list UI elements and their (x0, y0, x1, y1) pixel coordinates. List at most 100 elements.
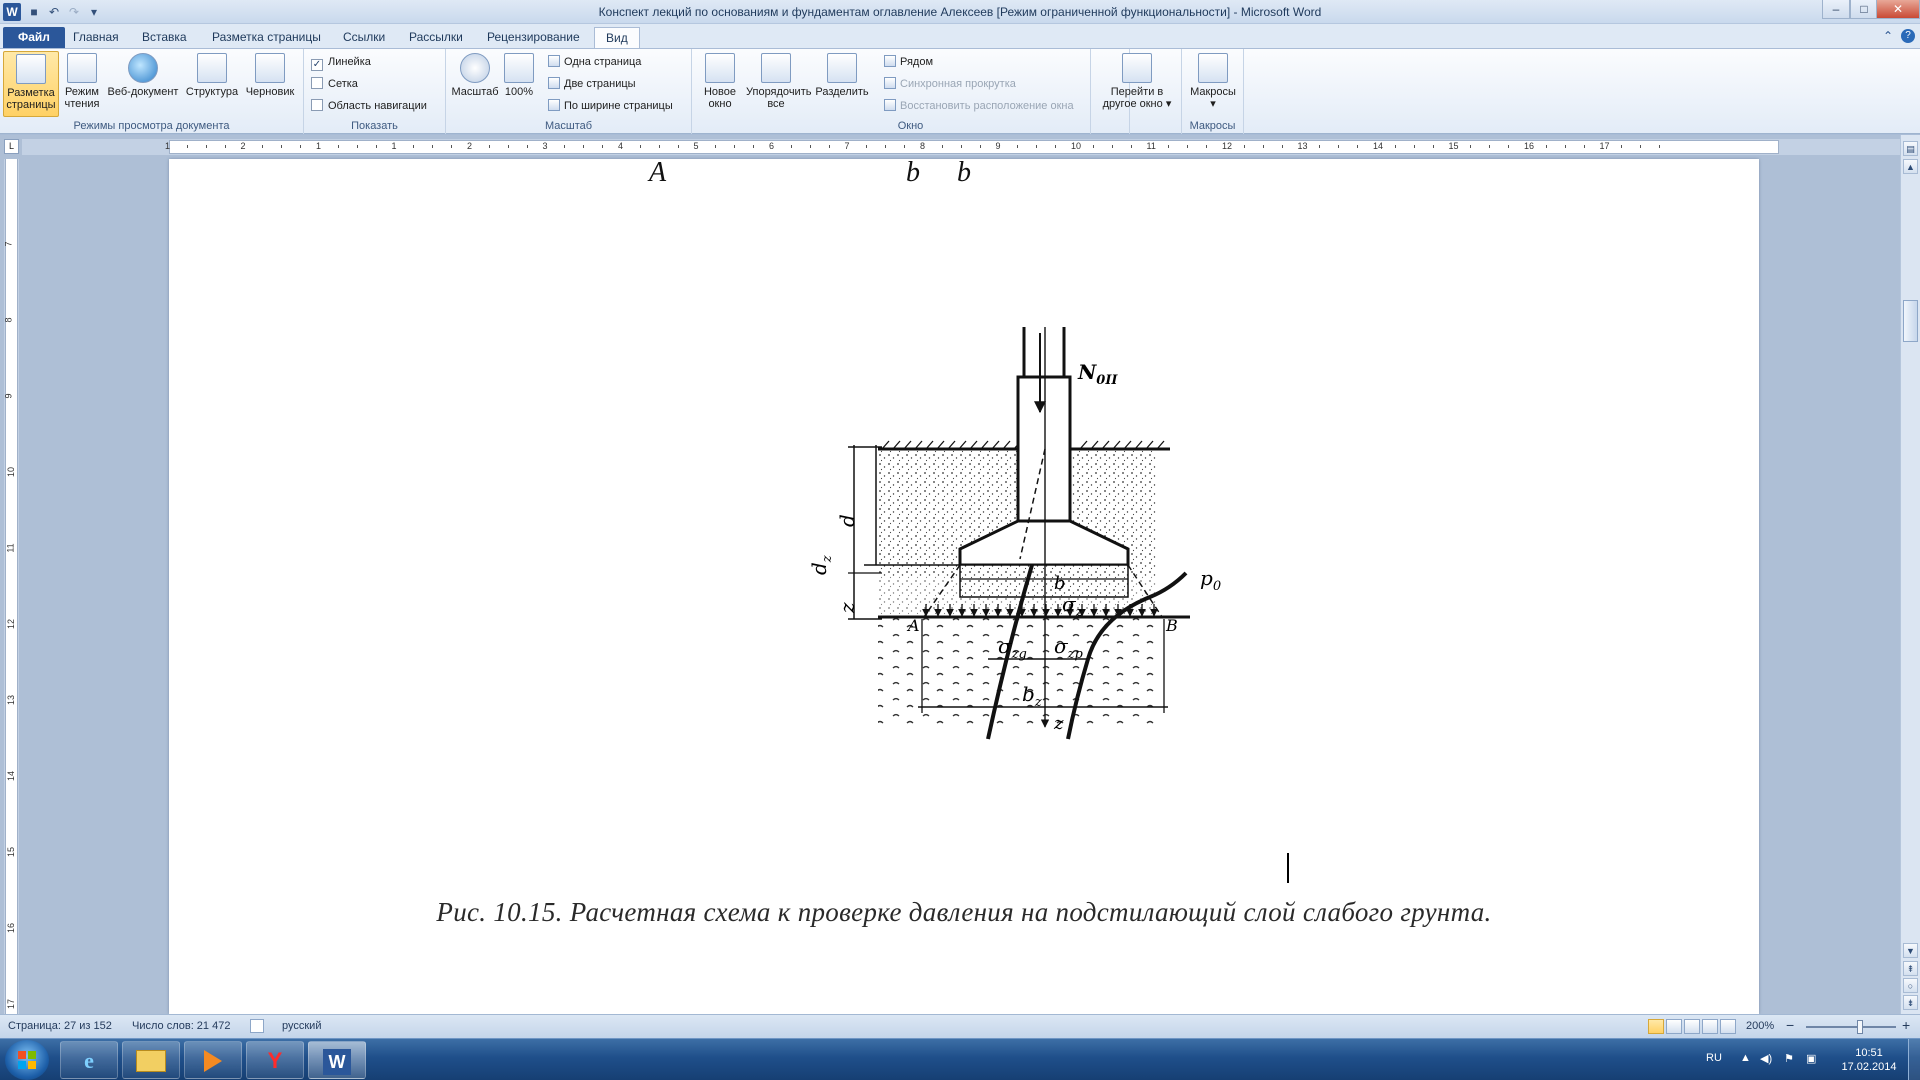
network-icon[interactable]: ▣ (1806, 1052, 1816, 1065)
ruler-tick (1130, 145, 1132, 148)
tab-view[interactable]: Вид (594, 27, 640, 48)
scroll-up-icon[interactable]: ▲ (1903, 159, 1918, 174)
page-width-icon (548, 99, 560, 111)
switch-windows-button[interactable]: Перейти в другое окно ▾ (1095, 51, 1179, 117)
zoom-slider[interactable] (1806, 1026, 1896, 1028)
dropdown-arrow-icon: ▾ (1165, 98, 1172, 110)
zoom-level[interactable]: 200% (1746, 1020, 1774, 1032)
volume-icon[interactable]: ◀) (1760, 1052, 1772, 1065)
previous-page-icon[interactable]: ⇞ (1903, 961, 1918, 976)
tab-file[interactable]: Файл (3, 27, 65, 48)
tab-references[interactable]: Ссылки (332, 27, 396, 48)
new-window-button[interactable]: Новое окно (696, 51, 744, 117)
next-page-icon[interactable]: ⇟ (1903, 995, 1918, 1010)
ruler-tick (885, 145, 887, 148)
web-layout-button[interactable]: Веб-документ (105, 51, 181, 117)
reading-view-icon[interactable] (1666, 1019, 1682, 1034)
ruler-tick (866, 145, 868, 148)
print-layout-view-icon[interactable] (1648, 1019, 1664, 1034)
draft-button[interactable]: Черновик (242, 51, 298, 117)
label-load: N0II (1077, 360, 1118, 388)
ruler-tick (1621, 145, 1623, 148)
outline-button[interactable]: Структура (184, 51, 240, 117)
full-screen-reading-button[interactable]: Режим чтения (62, 51, 102, 117)
horizontal-ruler[interactable]: 1 2 1 1 2 3 4 5 6 7 8 9 10 11 12 13 14 15 16 17 (22, 139, 1900, 155)
vertical-scrollbar[interactable]: ▤ ▲ ▼ ⇞ ○ ⇟ (1900, 135, 1920, 1014)
zoom-out-button[interactable]: − (1786, 1017, 1794, 1033)
reset-window-position-button[interactable]: Восстановить расположение окна (884, 97, 1074, 115)
navigation-pane-checkbox[interactable]: Область навигации (311, 97, 427, 115)
ruler-toggle-icon[interactable]: ▤ (1903, 141, 1918, 156)
split-button[interactable]: Разделить (812, 51, 872, 117)
browse-object-icon[interactable]: ○ (1903, 978, 1918, 993)
tab-page-layout[interactable]: Разметка страницы (201, 27, 332, 48)
input-language-indicator[interactable]: RU (1706, 1052, 1722, 1064)
action-center-flag-icon[interactable]: ⚑ (1784, 1052, 1794, 1065)
draft-view-icon[interactable] (1720, 1019, 1736, 1034)
tab-home[interactable]: Главная (62, 27, 130, 48)
ruler-tick (639, 145, 641, 148)
zoom-in-button[interactable]: + (1902, 1017, 1910, 1033)
ruler-number: 17 (6, 998, 17, 1010)
ruler-paper-area (169, 140, 1779, 154)
page-counter[interactable]: Страница: 27 из 152 (8, 1020, 112, 1032)
ruler-checkbox[interactable]: ✓ Линейка (311, 53, 371, 71)
scrollbar-thumb[interactable] (1903, 300, 1918, 342)
arrange-all-button[interactable]: Упорядочить все (746, 51, 811, 117)
close-button[interactable]: ✕ (1876, 0, 1920, 19)
yandex-browser-icon[interactable]: Y (246, 1041, 304, 1079)
word-count[interactable]: Число слов: 21 472 (132, 1020, 230, 1032)
show-desktop-button[interactable] (1908, 1039, 1920, 1080)
document-page[interactable]: A b b N0II d dz z b p0 σz A B σzg σzp bz… (169, 159, 1759, 1014)
help-icon[interactable]: ? (1901, 29, 1915, 43)
scroll-down-icon[interactable]: ▼ (1903, 943, 1918, 958)
maximize-button[interactable]: □ (1850, 0, 1878, 19)
label-point-b: B (1165, 616, 1178, 635)
ruler-tick (1470, 145, 1472, 148)
ruler-number: 15 (6, 846, 17, 858)
vertical-ruler[interactable]: 7 8 9 10 11 12 13 14 15 16 17 (4, 159, 19, 1014)
macros-button[interactable]: Макросы ▾ (1187, 51, 1239, 117)
ruler-number: 8 (3, 317, 14, 323)
proofing-icon[interactable] (250, 1019, 264, 1033)
language-indicator[interactable]: русский (282, 1020, 321, 1032)
start-button[interactable] (5, 1040, 49, 1080)
two-pages-button[interactable]: Две страницы (548, 75, 636, 93)
gridlines-checkbox[interactable]: Сетка (311, 75, 358, 93)
checkbox-icon (311, 77, 323, 89)
tab-selector[interactable]: L (4, 139, 19, 154)
zoom-100-button[interactable]: 100% (502, 51, 536, 117)
ruler-tick (1243, 145, 1245, 148)
ruler-number: 13 (1297, 141, 1308, 151)
microsoft-word-taskbar-icon[interactable]: W (308, 1041, 366, 1079)
outline-view-icon[interactable] (1702, 1019, 1718, 1034)
system-clock[interactable]: 10:51 17.02.2014 (1834, 1046, 1904, 1074)
ruler-tick (1640, 145, 1642, 148)
web-view-icon[interactable] (1684, 1019, 1700, 1034)
window-group-label: Окно (897, 120, 924, 132)
ruler-tick (186, 145, 188, 148)
minimize-button[interactable]: – (1822, 0, 1850, 19)
print-layout-button[interactable]: Разметка страницы (3, 51, 59, 117)
tab-mailings[interactable]: Рассылки (398, 27, 474, 48)
collapse-ribbon-icon[interactable]: ⌃ (1883, 29, 1893, 43)
show-hidden-icons[interactable]: ▲ (1740, 1052, 1751, 1064)
synchronous-scrolling-button[interactable]: Синхронная прокрутка (884, 75, 1016, 93)
internet-explorer-icon[interactable]: e (60, 1041, 118, 1079)
ruler-tick (1036, 145, 1038, 148)
sync-scroll-icon (884, 77, 896, 89)
ruler-number: 9 (995, 141, 1001, 151)
tab-review[interactable]: Рецензирование (476, 27, 591, 48)
page-width-button[interactable]: По ширине страницы (548, 97, 673, 115)
view-side-by-side-button[interactable]: Рядом (884, 53, 933, 71)
media-player-icon[interactable] (184, 1041, 242, 1079)
tab-insert[interactable]: Вставка (131, 27, 198, 48)
one-page-button[interactable]: Одна страница (548, 53, 641, 71)
figure-caption: Рис. 10.15. Расчетная схема к проверке д… (436, 897, 1492, 927)
zoom-button[interactable]: Масштаб (450, 51, 500, 117)
label-z-left: z (835, 602, 859, 614)
zoom-group-label: Масштаб (544, 120, 593, 132)
file-explorer-icon[interactable] (122, 1041, 180, 1079)
ruler-number: 3 (542, 141, 548, 151)
zoom-slider-thumb[interactable] (1857, 1020, 1863, 1034)
